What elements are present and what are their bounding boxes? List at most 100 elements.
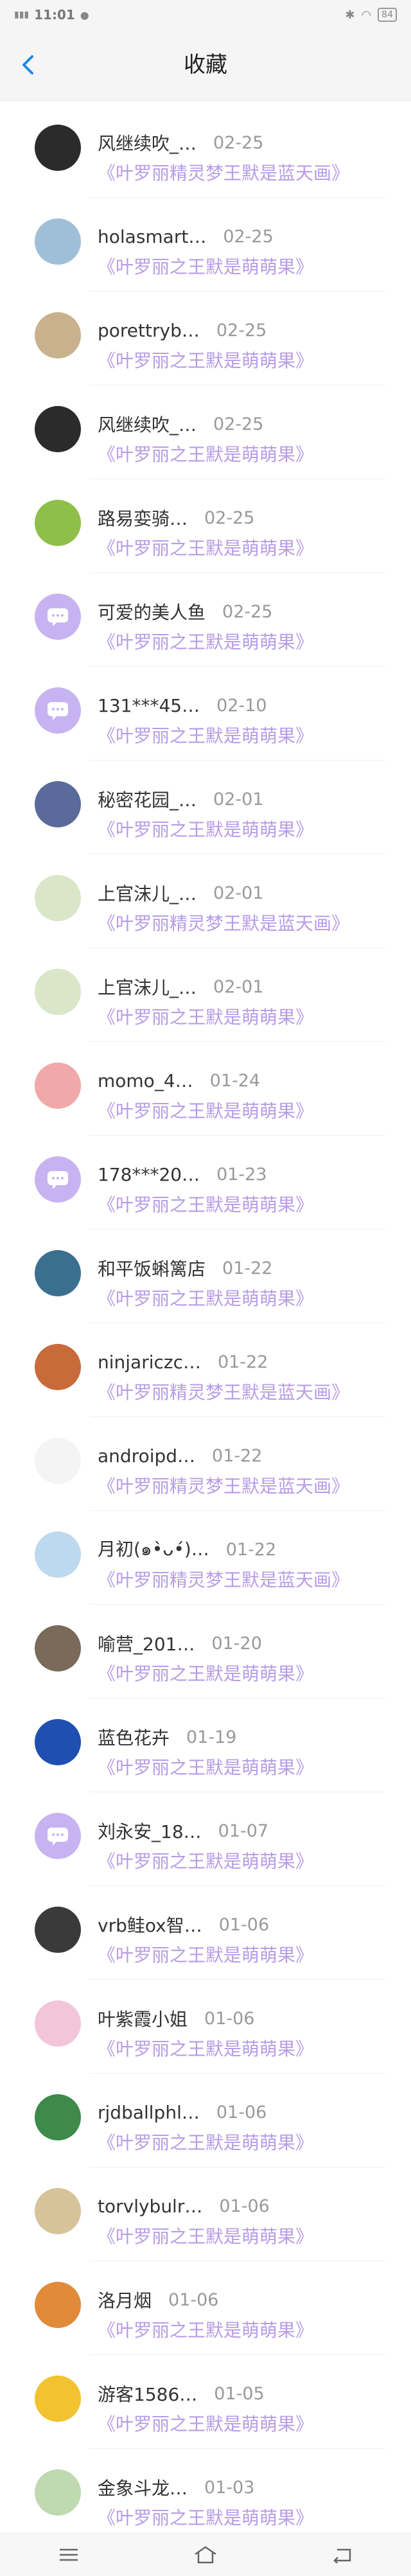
avatar[interactable] <box>35 500 81 546</box>
avatar[interactable] <box>35 1156 81 1203</box>
username[interactable]: 蓝色花卉 <box>98 1724 170 1750</box>
avatar[interactable] <box>35 218 81 265</box>
avatar[interactable] <box>35 2282 81 2328</box>
favorite-row[interactable]: vrb鲑ox智… 01-06 《叶罗丽之王默是萌萌果》 <box>0 1886 411 1980</box>
work-title-link[interactable]: 《叶罗丽之王默是萌萌果》 <box>98 2035 313 2061</box>
favorite-row[interactable]: 刘永安_18… 01-07 《叶罗丽之王默是萌萌果》 <box>0 1792 411 1886</box>
favorite-row[interactable]: 上官沫儿_… 02-01 《叶罗丽之王默是萌萌果》 <box>0 948 411 1042</box>
username[interactable]: 路易娈骑… <box>98 505 188 531</box>
username[interactable]: vrb鲑ox智… <box>98 1912 202 1937</box>
avatar[interactable] <box>35 1813 81 1859</box>
work-title-link[interactable]: 《叶罗丽之王默是萌萌果》 <box>98 534 313 560</box>
avatar[interactable] <box>35 1907 81 1953</box>
work-title-link[interactable]: 《叶罗丽之王默是萌萌果》 <box>98 1191 313 1217</box>
username[interactable]: 可爱的美人鱼 <box>98 599 206 624</box>
username[interactable]: 131***45… <box>98 695 200 716</box>
username[interactable]: 喻营_201… <box>98 1630 195 1656</box>
avatar[interactable] <box>35 875 81 921</box>
username[interactable]: androipd… <box>98 1445 195 1467</box>
work-title-link[interactable]: 《叶罗丽之王默是萌萌果》 <box>98 2410 313 2436</box>
favorite-row[interactable]: holasmart… 02-25 《叶罗丽之王默是萌萌果》 <box>0 198 411 292</box>
favorite-row[interactable]: rjdballphl… 01-06 《叶罗丽之王默是萌萌果》 <box>0 2074 411 2167</box>
favorite-row[interactable]: ninjariczc… 01-22 《叶罗丽精灵梦王默是蓝天画》 <box>0 1323 411 1417</box>
favorite-row[interactable]: 路易娈骑… 02-25 《叶罗丽之王默是萌萌果》 <box>0 479 411 573</box>
work-title-link[interactable]: 《叶罗丽精灵梦王默是蓝天画》 <box>98 1566 349 1592</box>
avatar[interactable] <box>35 312 81 358</box>
favorite-row[interactable]: 上官沫儿_… 02-01 《叶罗丽精灵梦王默是蓝天画》 <box>0 854 411 948</box>
username[interactable]: momo_4… <box>98 1070 193 1091</box>
avatar[interactable] <box>35 1063 81 1109</box>
work-title-link[interactable]: 《叶罗丽之王默是萌萌果》 <box>98 722 313 748</box>
avatar[interactable] <box>35 1625 81 1672</box>
favorite-row[interactable]: 金象斗龙… 01-03 《叶罗丽之王默是萌萌果》 <box>0 2449 411 2543</box>
username[interactable]: 刘永安_18… <box>98 1818 202 1844</box>
username[interactable]: 金象斗龙… <box>98 2475 188 2500</box>
username[interactable]: 叶紫霞小姐 <box>98 2006 188 2031</box>
nav-menu-button[interactable] <box>43 2537 94 2573</box>
favorite-row[interactable]: 蓝色花卉 01-19 《叶罗丽之王默是萌萌果》 <box>0 1698 411 1792</box>
work-title-link[interactable]: 《叶罗丽之王默是萌萌果》 <box>98 253 313 279</box>
favorite-row[interactable]: 和平饭蝌篱店 01-22 《叶罗丽之王默是萌萌果》 <box>0 1230 411 1323</box>
favorite-row[interactable]: 洛月烟 01-06 《叶罗丽之王默是萌萌果》 <box>0 2261 411 2355</box>
favorite-row[interactable]: porettryb… 02-25 《叶罗丽之王默是萌萌果》 <box>0 292 411 385</box>
avatar[interactable] <box>35 2469 81 2516</box>
favorite-row[interactable]: 风继续吹_… 02-25 《叶罗丽精灵梦王默是蓝天画》 <box>0 104 411 198</box>
username[interactable]: 秘密花园_… <box>98 786 197 812</box>
favorite-row[interactable]: 风继续吹_… 02-25 《叶罗丽之王默是萌萌果》 <box>0 385 411 479</box>
work-title-link[interactable]: 《叶罗丽之王默是萌萌果》 <box>98 2316 313 2342</box>
work-title-link[interactable]: 《叶罗丽之王默是萌萌果》 <box>98 628 313 654</box>
username[interactable]: 风继续吹_… <box>98 130 197 155</box>
avatar[interactable] <box>35 1344 81 1390</box>
avatar[interactable] <box>35 594 81 640</box>
favorite-row[interactable]: 喻营_201… 01-20 《叶罗丽之王默是萌萌果》 <box>0 1605 411 1698</box>
username[interactable]: porettryb… <box>98 320 200 341</box>
work-title-link[interactable]: 《叶罗丽之王默是萌萌果》 <box>98 1660 313 1686</box>
work-title-link[interactable]: 《叶罗丽精灵梦王默是蓝天画》 <box>98 159 349 185</box>
username[interactable]: 洛月烟 <box>98 2287 152 2313</box>
back-button[interactable] <box>12 49 44 81</box>
avatar[interactable] <box>35 1719 81 1765</box>
work-title-link[interactable]: 《叶罗丽之王默是萌萌果》 <box>98 1285 313 1310</box>
work-title-link[interactable]: 《叶罗丽之王默是萌萌果》 <box>98 1097 313 1123</box>
work-title-link[interactable]: 《叶罗丽之王默是萌萌果》 <box>98 816 313 842</box>
work-title-link[interactable]: 《叶罗丽之王默是萌萌果》 <box>98 2504 313 2530</box>
favorite-row[interactable]: torvlybulr… 01-06 《叶罗丽之王默是萌萌果》 <box>0 2167 411 2261</box>
work-title-link[interactable]: 《叶罗丽精灵梦王默是蓝天画》 <box>98 910 349 935</box>
favorite-row[interactable]: androipd… 01-22 《叶罗丽精灵梦王默是蓝天画》 <box>0 1417 411 1511</box>
work-title-link[interactable]: 《叶罗丽之王默是萌萌果》 <box>98 2129 313 2155</box>
avatar[interactable] <box>35 2376 81 2422</box>
work-title-link[interactable]: 《叶罗丽之王默是萌萌果》 <box>98 441 313 466</box>
work-title-link[interactable]: 《叶罗丽之王默是萌萌果》 <box>98 347 313 373</box>
username[interactable]: 178***20… <box>98 1164 200 1185</box>
username[interactable]: 上官沫儿_… <box>98 880 197 906</box>
nav-back-button[interactable] <box>317 2537 368 2573</box>
work-title-link[interactable]: 《叶罗丽之王默是萌萌果》 <box>98 1848 313 1873</box>
work-title-link[interactable]: 《叶罗丽之王默是萌萌果》 <box>98 1003 313 1029</box>
username[interactable]: 月初(๑•̀ᴗ•́)… <box>98 1535 209 1564</box>
work-title-link[interactable]: 《叶罗丽之王默是萌萌果》 <box>98 2223 313 2248</box>
work-title-link[interactable]: 《叶罗丽之王默是萌萌果》 <box>98 1754 313 1779</box>
avatar[interactable] <box>35 2188 81 2234</box>
favorite-row[interactable]: 178***20… 01-23 《叶罗丽之王默是萌萌果》 <box>0 1136 411 1230</box>
avatar[interactable] <box>35 125 81 171</box>
favorite-row[interactable]: 月初(๑•̀ᴗ•́)… 01-22 《叶罗丽精灵梦王默是蓝天画》 <box>0 1511 411 1605</box>
avatar[interactable] <box>35 406 81 452</box>
username[interactable]: 和平饭蝌篱店 <box>98 1255 206 1281</box>
favorite-row[interactable]: 叶紫霞小姐 01-06 《叶罗丽之王默是萌萌果》 <box>0 1980 411 2074</box>
username[interactable]: holasmart… <box>98 226 206 247</box>
favorite-row[interactable]: 秘密花园_… 02-01 《叶罗丽之王默是萌萌果》 <box>0 761 411 854</box>
avatar[interactable] <box>35 1250 81 1296</box>
avatar[interactable] <box>35 2094 81 2140</box>
favorite-row[interactable]: 131***45… 02-10 《叶罗丽之王默是萌萌果》 <box>0 667 411 761</box>
work-title-link[interactable]: 《叶罗丽精灵梦王默是蓝天画》 <box>98 1472 349 1498</box>
username[interactable]: 上官沫儿_… <box>98 974 197 1000</box>
favorite-row[interactable]: 游客1586… 01-05 《叶罗丽之王默是萌萌果》 <box>0 2355 411 2449</box>
username[interactable]: rjdballphl… <box>98 2102 200 2123</box>
avatar[interactable] <box>35 969 81 1015</box>
work-title-link[interactable]: 《叶罗丽精灵梦王默是蓝天画》 <box>98 1379 349 1404</box>
avatar[interactable] <box>35 781 81 827</box>
username[interactable]: 游客1586… <box>98 2381 197 2406</box>
username[interactable]: ninjariczc… <box>98 1352 201 1373</box>
username[interactable]: 风继续吹_… <box>98 411 197 437</box>
avatar[interactable] <box>35 1438 81 1484</box>
